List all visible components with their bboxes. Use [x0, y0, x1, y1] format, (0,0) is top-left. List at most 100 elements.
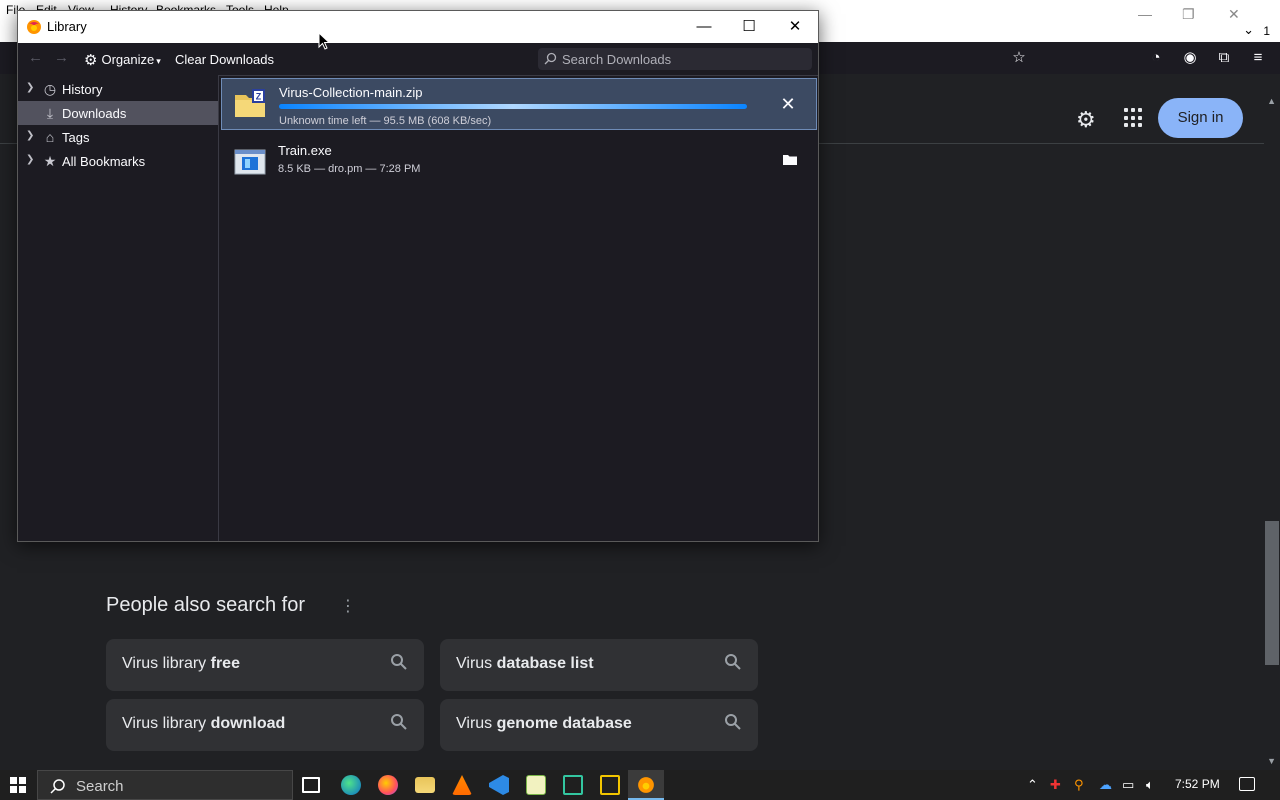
account-icon[interactable]: ◉ [1180, 48, 1200, 68]
task-view-icon[interactable] [302, 777, 320, 793]
bookmark-star-icon[interactable]: ☆ [1009, 48, 1029, 68]
search-icon [544, 52, 557, 65]
download-filename: Virus-Collection-main.zip [279, 85, 423, 100]
search-icon [391, 714, 407, 730]
downloads-progress-icon[interactable]: ◔ [1146, 48, 1166, 68]
mouse-cursor-icon [318, 32, 330, 50]
library-close-icon[interactable]: ✕ [775, 15, 815, 39]
library-title: Library [47, 19, 87, 34]
search-icon [50, 779, 65, 794]
library-taskbar-button[interactable] [628, 770, 664, 800]
related-search-chip[interactable]: Virus database list [440, 639, 758, 691]
app-icon[interactable] [563, 775, 583, 795]
chip-label: Virus library download [122, 715, 286, 732]
app-icon[interactable] [600, 775, 620, 795]
download-item[interactable]: Train.exe 8.5 KB — dro.pm — 7:28 PM [221, 137, 817, 189]
security-shield-icon[interactable]: ✚ [1050, 777, 1061, 793]
related-search-chip[interactable]: Virus library download [106, 699, 424, 751]
more-options-icon[interactable]: ⋮ [340, 596, 356, 616]
google-apps-icon[interactable] [1124, 108, 1144, 128]
menu-hamburger-icon[interactable]: ≡ [1248, 48, 1268, 68]
tab-count: 1 [1263, 24, 1270, 38]
back-arrow-icon[interactable]: ← [28, 49, 43, 66]
star-icon: ★ [43, 153, 57, 169]
taskbar-clock[interactable]: 7:52 PM [1175, 777, 1220, 791]
download-status: 8.5 KB — dro.pm — 7:28 PM [278, 163, 421, 175]
downloads-list: Z Virus-Collection-main.zip Unknown time… [218, 75, 818, 541]
search-tray-icon[interactable]: ⚲ [1074, 777, 1084, 793]
notepad-icon[interactable] [526, 775, 546, 795]
sidebar-item-tags[interactable]: ❯ ⌂ Tags [18, 125, 218, 149]
dropdown-arrow-icon: ▾ [156, 56, 161, 66]
scroll-down-icon[interactable]: ▼ [1267, 756, 1276, 766]
search-icon [391, 654, 407, 670]
library-toolbar: ← → ⚙ Organize ▾ Clear Downloads [18, 43, 818, 75]
vlc-icon[interactable] [452, 775, 472, 795]
related-search-chip[interactable]: Virus genome database [440, 699, 758, 751]
library-sidebar: ❯ ◷ History ⤓ Downloads ❯ ⌂ Tags ❯ ★ All… [18, 75, 218, 541]
scroll-up-icon[interactable]: ▲ [1267, 96, 1276, 106]
sidebar-item-label: Tags [62, 130, 90, 145]
sidebar-item-downloads[interactable]: ⤓ Downloads [18, 101, 218, 125]
volume-icon[interactable]: 🔈︎ [1146, 777, 1154, 793]
clock-icon: ◷ [43, 81, 57, 97]
expand-chevron-icon[interactable]: ❯ [26, 154, 34, 165]
download-filename: Train.exe [278, 143, 332, 158]
download-icon: ⤓ [46, 105, 54, 121]
forward-arrow-icon[interactable]: → [54, 49, 69, 66]
search-icon [725, 714, 741, 730]
chip-label: Virus genome database [456, 715, 632, 732]
minimize-icon[interactable]: — [1138, 6, 1152, 22]
clear-downloads-button[interactable]: Clear Downloads [175, 52, 274, 67]
library-window: Library — ☐ ✕ ← → ⚙ Organize ▾ Clear Downl… [17, 10, 819, 542]
notifications-icon[interactable] [1239, 777, 1255, 791]
download-item[interactable]: Z Virus-Collection-main.zip Unknown time… [221, 78, 817, 130]
tag-icon: ⌂ [45, 129, 55, 145]
tray-chevron-up-icon[interactable]: ⌃ [1027, 777, 1038, 793]
vscode-icon[interactable] [489, 775, 509, 795]
sidebar-item-history[interactable]: ❯ ◷ History [18, 77, 218, 101]
expand-chevron-icon[interactable]: ❯ [26, 130, 34, 141]
library-titlebar[interactable]: Library — ☐ ✕ [18, 11, 818, 43]
settings-gear-icon[interactable]: ⚙ [1076, 107, 1096, 133]
download-status: Unknown time left — 95.5 MB (608 KB/sec) [279, 115, 492, 127]
sidebar-item-all-bookmarks[interactable]: ❯ ★ All Bookmarks [18, 149, 218, 173]
file-explorer-icon[interactable] [415, 777, 435, 793]
firefox-icon [638, 777, 654, 793]
sign-in-button[interactable]: Sign in [1158, 98, 1243, 138]
chip-label: Virus database list [456, 655, 594, 672]
svg-text:Z: Z [256, 92, 262, 102]
download-progress-bar [279, 104, 747, 109]
list-tabs-chevron-icon[interactable]: ⌄ [1243, 22, 1254, 38]
cancel-download-icon[interactable]: ✕ [778, 94, 798, 114]
scroll-thumb[interactable] [1265, 521, 1279, 665]
related-search-chip[interactable]: Virus library free [106, 639, 424, 691]
firefox-icon[interactable] [378, 775, 398, 795]
search-downloads-input[interactable] [562, 50, 802, 68]
organize-button[interactable]: ⚙ Organize ▾ [84, 51, 161, 69]
sidebar-item-label: History [62, 82, 103, 97]
organize-label: Organize [101, 52, 155, 67]
network-icon[interactable]: ▭ [1122, 777, 1134, 793]
expand-chevron-icon[interactable]: ❯ [26, 82, 34, 93]
people-also-search-title: People also search for [106, 594, 306, 616]
library-minimize-icon[interactable]: — [684, 15, 724, 39]
page-scrollbar[interactable] [1264, 92, 1280, 770]
restore-icon[interactable]: ❐ [1182, 6, 1195, 23]
sidebar-item-label: All Bookmarks [62, 154, 146, 169]
chip-label: Virus library free [122, 655, 240, 672]
search-icon [725, 654, 741, 670]
edge-icon[interactable] [341, 775, 361, 795]
onedrive-icon[interactable]: ☁ [1099, 777, 1112, 793]
sidebar-item-label: Downloads [62, 106, 127, 121]
exe-icon [234, 149, 266, 175]
taskbar-search-placeholder: Search [76, 778, 124, 795]
gear-icon: ⚙ [84, 52, 98, 69]
open-folder-icon[interactable] [783, 153, 797, 165]
search-downloads-field[interactable] [538, 48, 812, 70]
close-icon[interactable]: ✕ [1228, 6, 1240, 23]
windows-start-icon[interactable] [10, 777, 26, 793]
extensions-icon[interactable]: ⧉ [1214, 48, 1234, 68]
library-maximize-icon[interactable]: ☐ [729, 15, 769, 39]
taskbar-search-box[interactable]: Search [37, 770, 293, 800]
